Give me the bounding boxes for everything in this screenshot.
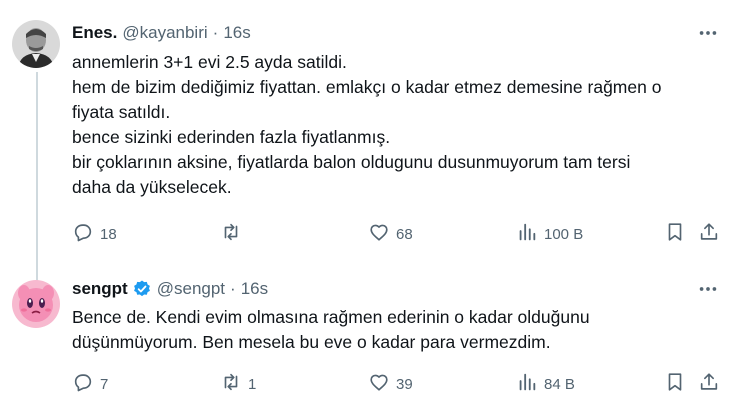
display-name[interactable]: Enes.: [72, 23, 117, 43]
like-button[interactable]: 68: [368, 220, 413, 248]
reply-count: 7: [100, 375, 109, 393]
views-chart-icon: [516, 371, 538, 397]
tweet-line: annemlerin 3+1 evi 2.5 ayda satildi.: [72, 52, 347, 72]
timestamp[interactable]: 16s: [223, 23, 250, 43]
retweet-button[interactable]: [220, 220, 248, 248]
bookmark-button[interactable]: [664, 220, 686, 248]
retweet-icon: [220, 221, 242, 247]
heart-icon: [368, 221, 390, 247]
tweet-header: Enes. @kayanbiri · 16s: [72, 22, 251, 44]
share-button[interactable]: [698, 370, 720, 398]
separator-dot: ·: [212, 23, 219, 42]
tweet-line: hem de bizim dediğimiz fiyattan. emlakçı…: [72, 77, 662, 97]
thread-line: [36, 72, 38, 268]
reply-button[interactable]: 18: [72, 220, 117, 248]
user-handle[interactable]: @sengpt: [157, 279, 225, 299]
share-button[interactable]: [698, 220, 720, 248]
avatar[interactable]: [12, 20, 60, 68]
avatar[interactable]: [12, 280, 60, 328]
tweet-header: sengpt @sengpt · 16s: [72, 278, 268, 300]
more-dots-icon[interactable]: [696, 278, 720, 300]
bookmark-icon: [664, 221, 686, 247]
reply-button[interactable]: 7: [72, 370, 108, 398]
separator-dot: ·: [230, 279, 236, 298]
view-count: 84 B: [544, 375, 575, 393]
action-bar: 18 68 100 B: [72, 220, 720, 248]
like-count: 68: [396, 225, 413, 243]
display-name[interactable]: sengpt: [72, 279, 128, 299]
share-icon: [698, 371, 720, 397]
views-button[interactable]: 84 B: [516, 370, 575, 398]
tweet-line: bir çoklarının aksine, fiyatlarda balon …: [72, 152, 631, 172]
views-chart-icon: [516, 221, 538, 247]
tweet-line: daha da yükselecek.: [72, 177, 232, 197]
user-handle[interactable]: @kayanbiri: [122, 23, 207, 43]
tweet-line: bence sizinki ederinden fazla fiyatlanmı…: [72, 127, 391, 147]
tweet-line: Bence de. Kendi evim olmasına rağmen ede…: [72, 307, 590, 327]
tweet-enes[interactable]: Enes. @kayanbiri · 16s annemlerin 3+1 ev…: [0, 0, 730, 268]
more-dots-icon[interactable]: [696, 22, 720, 44]
verified-badge-icon: [132, 279, 152, 299]
tweet-line: fiyata satıldı.: [72, 102, 171, 122]
retweet-button[interactable]: 1: [220, 370, 256, 398]
view-count: 100 B: [544, 225, 584, 243]
timestamp[interactable]: 16s: [241, 279, 268, 299]
retweet-count: 1: [248, 375, 257, 393]
reply-icon: [72, 221, 94, 247]
tweet-line: düşünmüyorum. Ben mesela bu eve o kadar …: [72, 332, 551, 352]
bookmark-icon: [664, 371, 686, 397]
reply-count: 18: [100, 225, 117, 243]
like-button[interactable]: 39: [368, 370, 413, 398]
share-icon: [698, 221, 720, 247]
retweet-icon: [220, 371, 242, 397]
action-bar: 7 1 39 84 B: [72, 370, 720, 398]
tweet-text: annemlerin 3+1 evi 2.5 ayda satildi. hem…: [72, 50, 718, 200]
views-button[interactable]: 100 B: [516, 220, 583, 248]
tweet-sengpt[interactable]: sengpt @sengpt · 16s Bence de. Kendi evi…: [0, 268, 730, 420]
heart-icon: [368, 371, 390, 397]
like-count: 39: [396, 375, 413, 393]
reply-icon: [72, 371, 94, 397]
bookmark-button[interactable]: [664, 370, 686, 398]
tweet-text: Bence de. Kendi evim olmasına rağmen ede…: [72, 305, 718, 355]
